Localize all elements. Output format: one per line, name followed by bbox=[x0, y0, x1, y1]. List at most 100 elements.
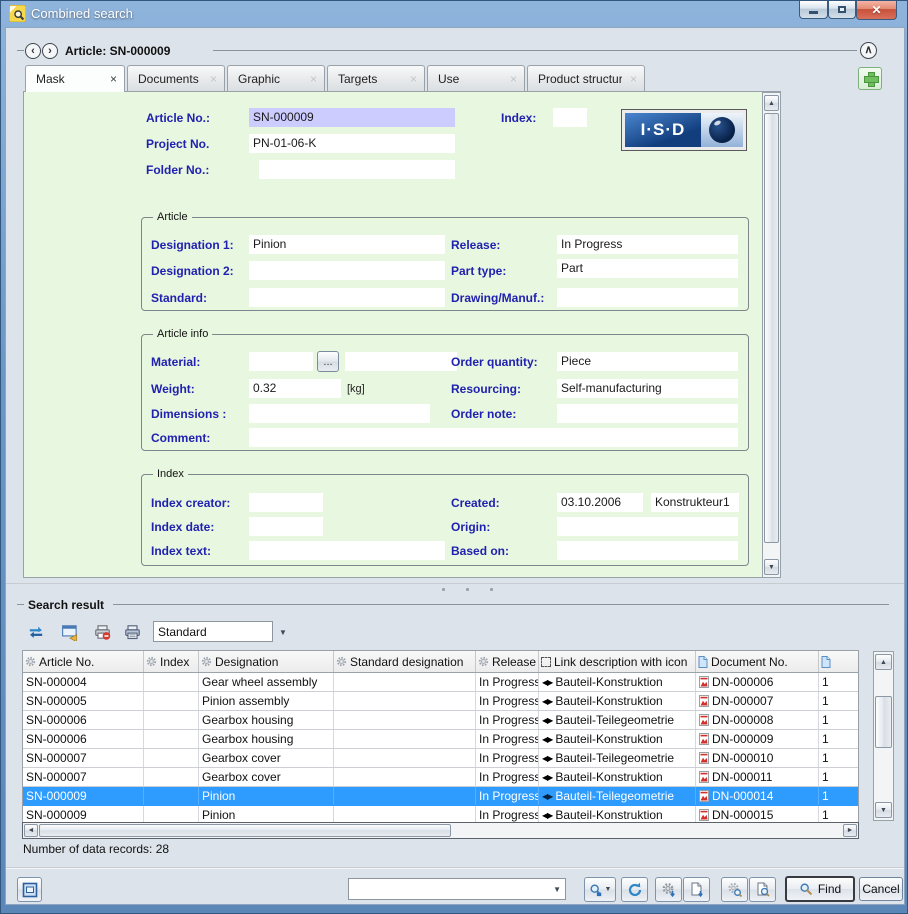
order-note-field[interactable] bbox=[557, 404, 738, 423]
cell-index[interactable] bbox=[144, 749, 199, 767]
cell-index[interactable] bbox=[144, 692, 199, 710]
cell-article-no[interactable]: SN-000009 bbox=[23, 806, 144, 823]
table-row[interactable]: SN-000007Gearbox coverIn Progress◀▶Baute… bbox=[23, 749, 858, 768]
maximize-button[interactable] bbox=[828, 1, 856, 19]
cell-article-no[interactable]: SN-000007 bbox=[23, 749, 144, 767]
cell-release[interactable]: In Progress bbox=[476, 749, 539, 767]
drawing-manuf-field[interactable] bbox=[557, 288, 738, 307]
cell-standard-designation[interactable] bbox=[334, 711, 476, 729]
vscrollbar-thumb[interactable] bbox=[875, 696, 892, 748]
footer-combo[interactable]: ▼ bbox=[348, 878, 566, 900]
table-vscrollbar[interactable]: ▲ ▼ bbox=[873, 651, 894, 821]
find-button[interactable]: Find bbox=[785, 876, 855, 902]
find-article-button[interactable] bbox=[721, 877, 748, 902]
scroll-down-icon[interactable]: ▼ bbox=[875, 802, 892, 818]
cell-release[interactable]: In Progress bbox=[476, 787, 539, 805]
release-field[interactable]: In Progress bbox=[557, 235, 738, 254]
cell-article-no[interactable]: SN-000006 bbox=[23, 711, 144, 729]
cell-article-no[interactable]: SN-000006 bbox=[23, 730, 144, 748]
material-field[interactable] bbox=[249, 352, 313, 371]
material-browse-button[interactable]: ... bbox=[317, 351, 339, 372]
collapse-panel-button[interactable]: ∧ bbox=[860, 42, 877, 59]
cell-document-no[interactable]: DN-000015 bbox=[696, 806, 819, 823]
splitter-handle[interactable] bbox=[466, 588, 469, 591]
origin-field[interactable] bbox=[557, 517, 738, 536]
tab-close-icon[interactable]: × bbox=[510, 73, 517, 85]
scroll-up-icon[interactable]: ▲ bbox=[764, 95, 779, 111]
cell-article-no[interactable]: SN-000004 bbox=[23, 673, 144, 691]
scroll-right-icon[interactable]: ► bbox=[843, 824, 857, 837]
close-button[interactable]: ✕ bbox=[856, 1, 897, 20]
cell-release[interactable]: In Progress bbox=[476, 711, 539, 729]
cell-count[interactable]: 1 bbox=[819, 730, 858, 748]
print-list-button[interactable] bbox=[119, 620, 145, 644]
weight-field[interactable]: 0.32 bbox=[249, 379, 341, 398]
cell-designation[interactable]: Gear wheel assembly bbox=[199, 673, 334, 691]
cell-count[interactable]: 1 bbox=[819, 806, 858, 823]
article-no-field[interactable]: SN-000009 bbox=[249, 108, 455, 127]
index-text-field[interactable] bbox=[249, 541, 445, 560]
table-hscrollbar[interactable]: ◄ ► bbox=[22, 822, 859, 839]
cell-link[interactable]: ◀▶Bauteil-Konstruktion bbox=[539, 673, 696, 691]
column-header-icon[interactable] bbox=[819, 651, 858, 672]
column-header-link-description-with-icon[interactable]: Link description with icon bbox=[539, 651, 696, 672]
scroll-down-icon[interactable]: ▼ bbox=[764, 559, 779, 575]
part-type-field[interactable]: Part bbox=[557, 259, 738, 278]
tab-use[interactable]: Use× bbox=[427, 65, 525, 91]
cell-index[interactable] bbox=[144, 673, 199, 691]
cell-link[interactable]: ◀▶Bauteil-Konstruktion bbox=[539, 806, 696, 823]
cell-index[interactable] bbox=[144, 711, 199, 729]
cell-article-no[interactable]: SN-000005 bbox=[23, 692, 144, 710]
cell-document-no[interactable]: DN-000006 bbox=[696, 673, 819, 691]
cell-document-no[interactable]: DN-000008 bbox=[696, 711, 819, 729]
project-no-field[interactable]: PN-01-06-K bbox=[249, 134, 455, 153]
new-article-button[interactable] bbox=[655, 877, 682, 902]
index-creator-field[interactable] bbox=[249, 493, 323, 512]
tab-close-icon[interactable]: × bbox=[310, 73, 317, 85]
minimize-button[interactable] bbox=[799, 1, 828, 19]
scroll-left-icon[interactable]: ◄ bbox=[24, 824, 38, 837]
created-date-field[interactable]: 03.10.2006 bbox=[557, 493, 643, 512]
add-tab-button[interactable] bbox=[858, 67, 882, 90]
cell-designation[interactable]: Gearbox cover bbox=[199, 749, 334, 767]
cell-document-no[interactable]: DN-000007 bbox=[696, 692, 819, 710]
cell-document-no[interactable]: DN-000014 bbox=[696, 787, 819, 805]
form-scrollbar-thumb[interactable] bbox=[764, 113, 779, 543]
splitter-handle[interactable] bbox=[442, 588, 445, 591]
material2-field[interactable] bbox=[345, 352, 457, 371]
cell-link[interactable]: ◀▶Bauteil-Teilegeometrie bbox=[539, 787, 696, 805]
search-options-button[interactable]: ▼ bbox=[584, 877, 616, 902]
cell-designation[interactable]: Gearbox housing bbox=[199, 711, 334, 729]
tab-close-icon[interactable]: × bbox=[410, 73, 417, 85]
order-quantity-field[interactable]: Piece bbox=[557, 352, 738, 371]
cell-count[interactable]: 1 bbox=[819, 673, 858, 691]
cell-link[interactable]: ◀▶Bauteil-Teilegeometrie bbox=[539, 711, 696, 729]
cell-standard-designation[interactable] bbox=[334, 749, 476, 767]
column-header-standard-designation[interactable]: Standard designation bbox=[334, 651, 476, 672]
dimensions-field[interactable] bbox=[249, 404, 430, 423]
cell-standard-designation[interactable] bbox=[334, 673, 476, 691]
cell-index[interactable] bbox=[144, 730, 199, 748]
cell-count[interactable]: 1 bbox=[819, 749, 858, 767]
cell-standard-designation[interactable] bbox=[334, 768, 476, 786]
cell-document-no[interactable]: DN-000009 bbox=[696, 730, 819, 748]
cell-release[interactable]: In Progress bbox=[476, 692, 539, 710]
standard-field[interactable] bbox=[249, 288, 445, 307]
index-date-field[interactable] bbox=[249, 517, 323, 536]
column-header-release-s[interactable]: Release s bbox=[476, 651, 539, 672]
cell-article-no[interactable]: SN-000007 bbox=[23, 768, 144, 786]
nav-forward-button[interactable]: › bbox=[42, 43, 58, 59]
scroll-up-icon[interactable]: ▲ bbox=[875, 654, 892, 670]
based-on-field[interactable] bbox=[557, 541, 738, 560]
column-header-document-no[interactable]: Document No. bbox=[696, 651, 819, 672]
form-scrollbar[interactable]: ▲ ▼ bbox=[762, 92, 781, 578]
column-header-article-no[interactable]: Article No. bbox=[23, 651, 144, 672]
cancel-print-button[interactable] bbox=[89, 620, 115, 644]
cell-link[interactable]: ◀▶Bauteil-Konstruktion bbox=[539, 730, 696, 748]
chevron-down-icon[interactable]: ▼ bbox=[279, 628, 287, 637]
cell-document-no[interactable]: DN-000011 bbox=[696, 768, 819, 786]
splitter-handle[interactable] bbox=[490, 588, 493, 591]
cell-release[interactable]: In Progress bbox=[476, 673, 539, 691]
table-row[interactable]: SN-000004 Gear wheel assembly In Progress◀… bbox=[23, 673, 858, 692]
tab-targets[interactable]: Targets× bbox=[327, 65, 425, 91]
